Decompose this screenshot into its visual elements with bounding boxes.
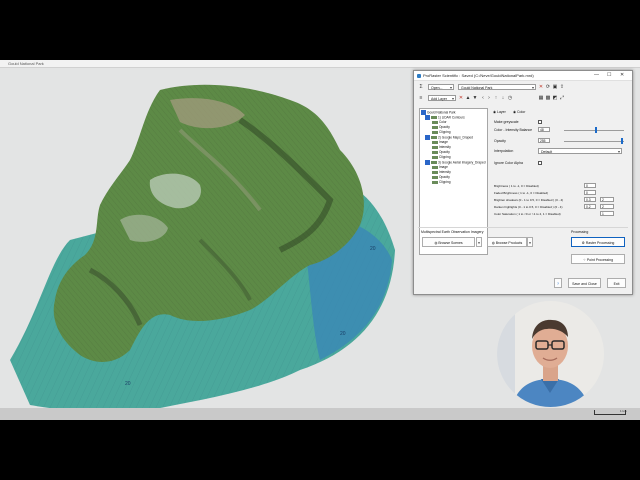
darken-highlights-value-1[interactable]: 0.2 xyxy=(584,204,596,209)
checkbox-icon[interactable] xyxy=(425,160,430,165)
brightness-value[interactable]: 0 xyxy=(584,183,596,188)
tab-color[interactable]: ◉ Color xyxy=(513,110,525,114)
tree-node[interactable]: Opacity xyxy=(432,125,450,129)
color-saturation-label: Color Saturation ( 1 to <0 or >1 to 4, 1… xyxy=(494,212,561,216)
add-layer-dropdown[interactable]: Add Layer xyxy=(428,95,456,102)
svg-text:20: 20 xyxy=(340,331,346,337)
tree-node[interactable]: Intensity xyxy=(432,170,451,174)
svg-text:20: 20 xyxy=(125,381,131,387)
up-arrow-icon[interactable]: ↑ xyxy=(493,95,499,101)
opacity-value[interactable]: 255 xyxy=(538,138,550,143)
tree-node[interactable]: Opacity xyxy=(432,175,450,179)
layers-icon[interactable]: ≡ xyxy=(418,95,424,101)
processing-header: Processing xyxy=(571,230,589,234)
tree-node[interactable]: Clipping xyxy=(432,155,451,159)
opacity-slider[interactable] xyxy=(564,141,624,142)
tree-node[interactable]: Clipping xyxy=(432,130,451,134)
remove-layer-icon[interactable]: ✕ xyxy=(458,95,464,101)
save-and-close-button[interactable]: Save and Close xyxy=(568,278,601,288)
down-arrow-icon[interactable]: ↓ xyxy=(500,95,506,101)
minimize-icon[interactable]: — xyxy=(594,72,599,78)
status-bar xyxy=(0,408,640,420)
close-icon[interactable]: ✕ xyxy=(620,72,624,78)
scale-label: 1 km xyxy=(620,409,627,413)
brighten-shadows-label: Brighten shadows (0 - 1 to 0.5, 0 = Disa… xyxy=(494,198,564,202)
point-processing-button[interactable]: ⁘ Point Processing xyxy=(571,254,625,264)
app-icon xyxy=(417,73,421,78)
checkbox-icon[interactable] xyxy=(425,115,430,120)
make-greyscale-label: Make greyscale xyxy=(494,120,519,124)
browse-scenes-dropdown[interactable]: ▾ xyxy=(476,237,482,247)
browse-scenes-button[interactable]: ◍ Browse Scenes xyxy=(422,237,475,247)
help-button[interactable]: ? xyxy=(554,278,562,288)
presenter-webcam xyxy=(497,301,604,407)
tab-layer[interactable]: ◉ Layer xyxy=(493,110,506,114)
tool-a-icon[interactable]: ▦ xyxy=(538,95,544,101)
tree-node[interactable]: Color xyxy=(432,120,447,124)
move-down-icon[interactable]: ▼ xyxy=(472,95,478,101)
opacity-label: Opacity xyxy=(494,139,506,143)
checkbox-icon[interactable] xyxy=(425,135,430,140)
project-combo[interactable]: Gould National Park xyxy=(458,84,536,91)
maximize-icon[interactable]: ☐ xyxy=(607,72,611,78)
tree-node[interactable]: Intensity xyxy=(432,145,451,149)
svg-text:20: 20 xyxy=(370,246,376,252)
intensity-slider-thumb[interactable] xyxy=(595,127,597,133)
make-greyscale-checkbox[interactable] xyxy=(538,120,542,124)
forward-icon[interactable]: › xyxy=(486,95,492,101)
color-saturation-value[interactable]: 1 xyxy=(600,211,614,216)
darken-highlights-label: Darken highlights (0 - 1 to 0.5, 0 = Dis… xyxy=(494,205,563,209)
sigma-icon[interactable]: Σ xyxy=(418,84,424,90)
intensity-label: Color - Intensity Balance xyxy=(494,128,533,132)
brighten-shadows-value-2[interactable]: 2 xyxy=(600,197,614,202)
interpolation-select[interactable]: Default xyxy=(538,148,622,155)
ignore-alpha-checkbox[interactable] xyxy=(538,161,542,165)
delete-icon[interactable]: ✕ xyxy=(538,84,544,90)
tool-d-icon[interactable]: ⤢ xyxy=(559,95,565,101)
tree-node[interactable]: Opacity xyxy=(432,150,450,154)
raster-processing-button[interactable]: ⚙ Raster Processing xyxy=(571,237,625,247)
export-icon[interactable]: ⇪ xyxy=(559,84,565,90)
faded-brightness-label: Faded Brightness ( 1 to -1, 0 = Disabled… xyxy=(494,191,549,195)
intensity-value[interactable]: 48 xyxy=(538,127,550,132)
tree-node[interactable]: Image xyxy=(432,165,448,169)
tree-node[interactable]: Image xyxy=(432,140,448,144)
tree-node[interactable]: Clipping xyxy=(432,180,451,184)
browse-products-dropdown[interactable]: ▾ xyxy=(527,237,533,247)
tool-c-icon[interactable]: ◩ xyxy=(552,95,558,101)
presenter-avatar xyxy=(497,301,604,407)
exit-button[interactable]: Exit xyxy=(607,278,626,288)
dialog-titlebar[interactable]: ProRaster Scientific : Saved (C:/Neve/Go… xyxy=(414,71,632,81)
browse-products-button[interactable]: ◍ Browse Products xyxy=(487,237,527,247)
save-icon[interactable]: ▣ xyxy=(552,84,558,90)
darken-highlights-value-2[interactable]: 2 xyxy=(600,204,614,209)
opacity-slider-thumb[interactable] xyxy=(621,138,623,144)
refresh-icon[interactable]: ⟳ xyxy=(545,84,551,90)
clock-icon[interactable]: ◷ xyxy=(507,95,513,101)
multispectral-header: Multispectral Earth Observation Imagery xyxy=(421,230,484,234)
brighten-shadows-value-1[interactable]: 0.3 xyxy=(584,197,596,202)
tool-b-icon[interactable]: ▩ xyxy=(545,95,551,101)
faded-brightness-value[interactable]: 0 xyxy=(584,190,596,195)
open-dropdown[interactable]: Open... xyxy=(428,84,454,91)
divider xyxy=(418,227,628,228)
interpolation-label: Interpolation xyxy=(494,149,514,153)
proraster-dialog: ProRaster Scientific : Saved (C:/Neve/Go… xyxy=(413,70,633,295)
ignore-alpha-label: Ignore Color Alpha xyxy=(494,161,523,165)
dialog-title: ProRaster Scientific : Saved (C:/Neve/Go… xyxy=(423,73,534,78)
intensity-slider[interactable] xyxy=(564,130,624,131)
brightness-label: Brightness ( 1 to -1, 0 = Disabled) xyxy=(494,184,539,188)
move-up-icon[interactable]: ▲ xyxy=(465,95,471,101)
